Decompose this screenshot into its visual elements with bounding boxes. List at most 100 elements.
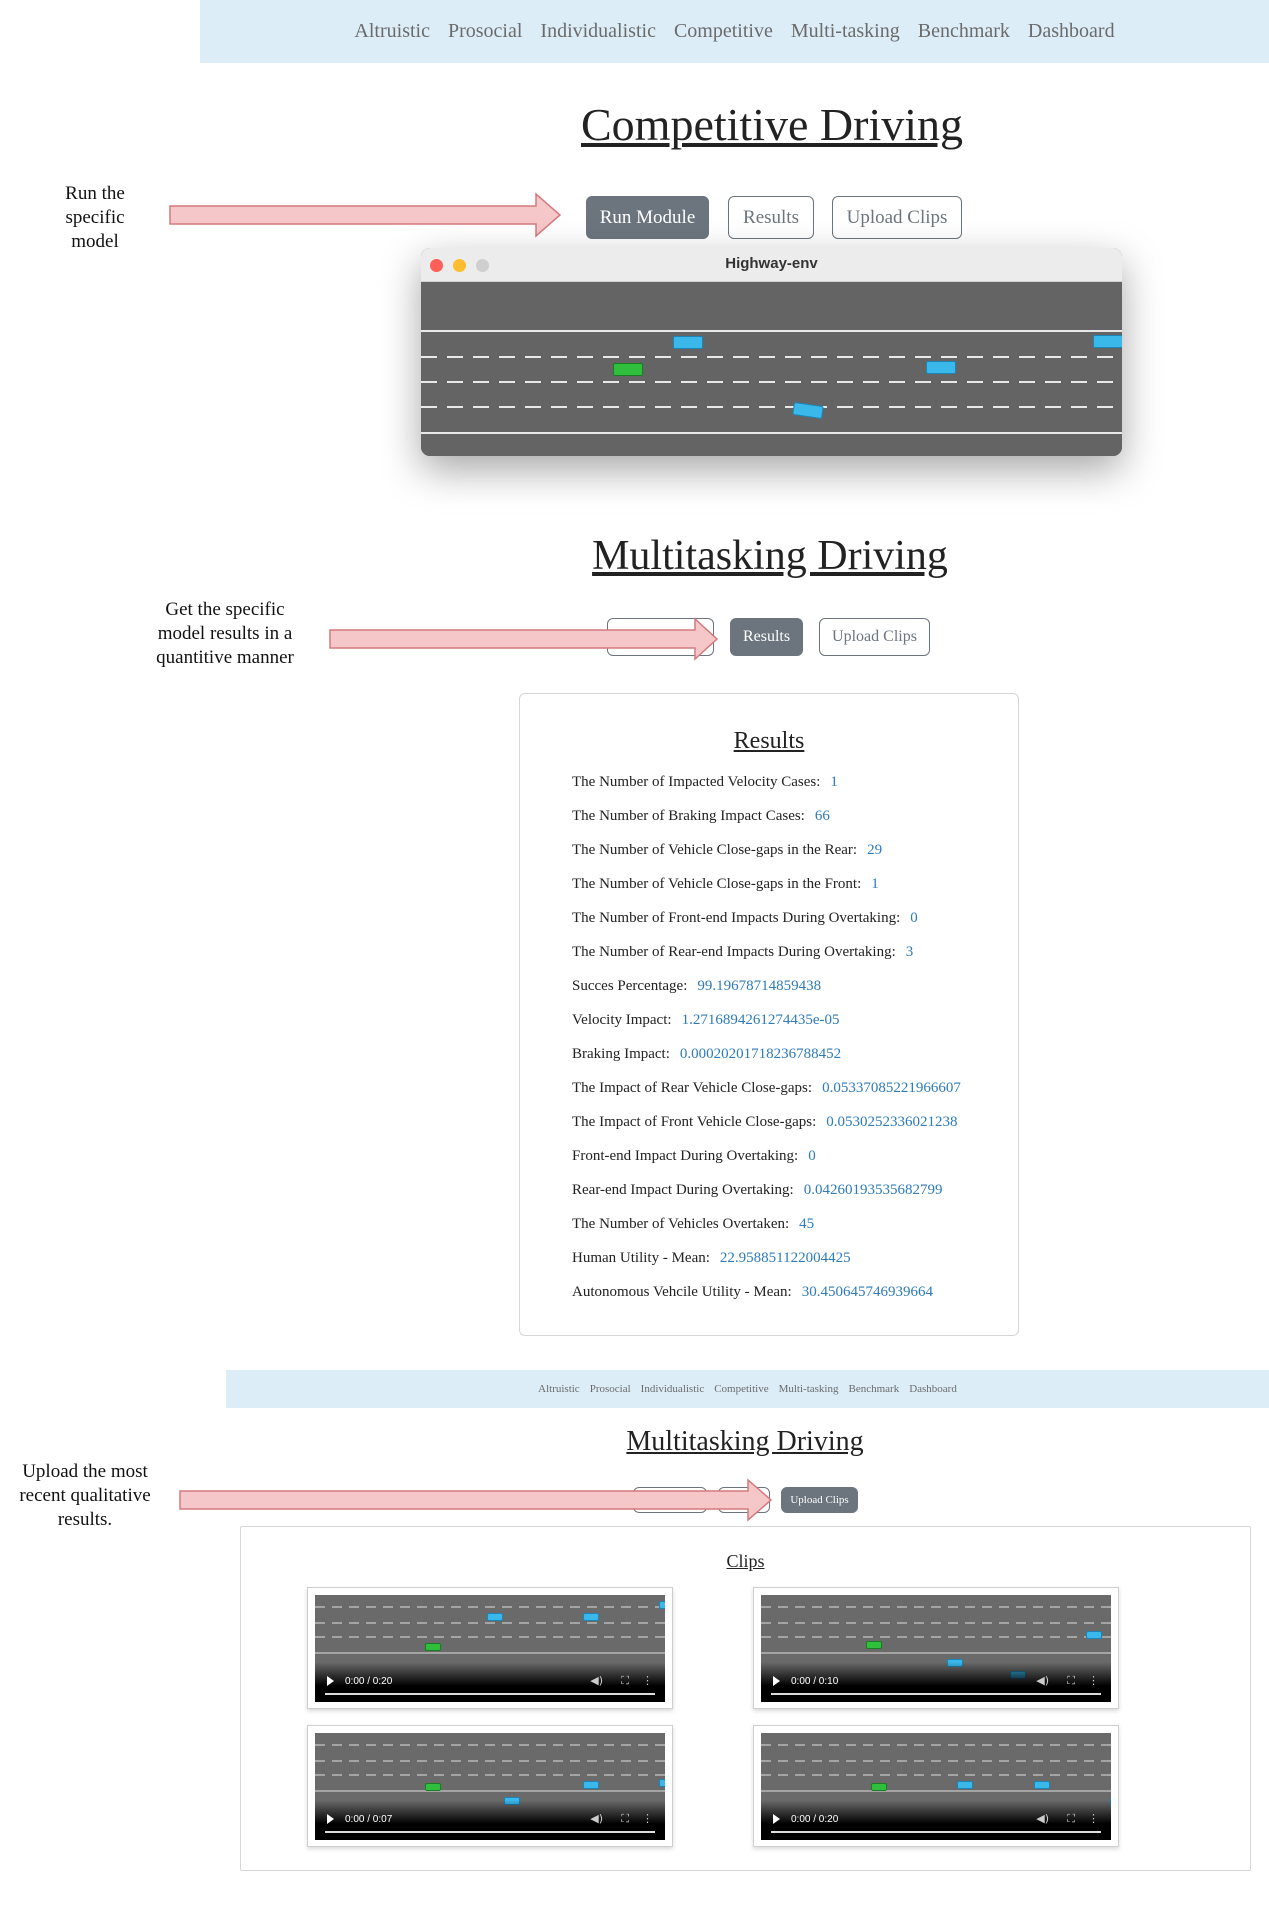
video-time: 0:00 / 0:10: [791, 1676, 839, 1687]
volume-icon[interactable]: ◀): [1036, 1812, 1049, 1825]
video-clip[interactable]: 0:00 / 0:07 ◀) ⛶ ⋮: [307, 1725, 673, 1847]
video-controls: 0:00 / 0:10 ◀) ⛶ ⋮: [761, 1662, 1111, 1702]
nav-link-multitasking[interactable]: Multi-tasking: [791, 20, 900, 43]
page-title-competitive: Competitive Driving: [580, 99, 963, 150]
result-label: The Number of Front-end Impacts During O…: [572, 910, 901, 926]
nav-link-dashboard[interactable]: Dashboard: [1028, 20, 1115, 43]
video-time: 0:00 / 0:20: [345, 1676, 393, 1687]
vehicle: [926, 361, 956, 374]
nav-link-multitasking[interactable]: Multi-tasking: [779, 1383, 839, 1395]
vehicle: [659, 1601, 665, 1609]
video-player[interactable]: 0:00 / 0:20 ◀) ⛶ ⋮: [761, 1733, 1111, 1840]
result-row: The Number of Vehicle Close-gaps in the …: [572, 842, 882, 859]
volume-icon[interactable]: ◀): [590, 1674, 603, 1687]
upload-clips-button[interactable]: Upload Clips: [832, 196, 962, 239]
nav-link-prosocial[interactable]: Prosocial: [448, 20, 522, 43]
result-value: 1: [830, 774, 838, 790]
result-label: The Number of Impacted Velocity Cases:: [572, 774, 821, 790]
video-clip[interactable]: 0:00 / 0:10 ◀) ⛶ ⋮: [753, 1587, 1119, 1709]
video-controls: 0:00 / 0:20 ◀) ⛶ ⋮: [315, 1662, 665, 1702]
video-clip[interactable]: 0:00 / 0:20 ◀) ⛶ ⋮: [753, 1725, 1119, 1847]
results-button[interactable]: Results: [730, 618, 803, 656]
video-progress-bar[interactable]: [325, 1831, 655, 1833]
result-row: Velocity Impact: 1.2716894261274435e-05: [572, 1012, 839, 1029]
result-row: Rear-end Impact During Overtaking: 0.0426…: [572, 1182, 942, 1199]
result-value: 0.00020201718236788452: [679, 1046, 842, 1062]
play-icon[interactable]: [773, 1814, 780, 1824]
vehicle: [582, 1613, 599, 1621]
nav-link-individualistic[interactable]: Individualistic: [540, 20, 656, 43]
play-icon[interactable]: [773, 1676, 780, 1686]
result-row: Front-end Impact During Overtaking: 0: [572, 1148, 816, 1165]
more-options-icon[interactable]: ⋮: [1088, 1812, 1099, 1825]
nav-link-individualistic[interactable]: Individualistic: [641, 1383, 705, 1395]
result-row: The Number of Vehicle Close-gaps in the …: [572, 876, 879, 893]
result-label: The Number of Vehicle Close-gaps in the …: [572, 842, 858, 858]
nav-link-dashboard[interactable]: Dashboard: [909, 1383, 957, 1395]
annotation-arrow-run: [169, 192, 562, 238]
results-card: Results The Number of Impacted Velocity …: [519, 693, 1019, 1336]
page-title-multitasking-clips: Multitasking Driving: [626, 1426, 864, 1457]
video-progress-bar[interactable]: [771, 1831, 1101, 1833]
nav-link-benchmark[interactable]: Benchmark: [918, 20, 1010, 43]
more-options-icon[interactable]: ⋮: [642, 1674, 653, 1687]
result-row: Braking Impact: 0.00020201718236788452: [572, 1046, 841, 1063]
video-player[interactable]: 0:00 / 0:20 ◀) ⛶ ⋮: [315, 1595, 665, 1702]
result-value: 99.19678714859438: [697, 978, 822, 994]
run-module-button[interactable]: Run Module: [586, 196, 709, 239]
nav-link-competitive[interactable]: Competitive: [674, 20, 773, 43]
clips-card: Clips 0:00 / 0:20 ◀) ⛶ ⋮ 0:00 / 0:10 ◀) ⛶ ⋮ 0:00…: [240, 1526, 1251, 1871]
result-row: The Number of Front-end Impacts During O…: [572, 910, 918, 927]
play-icon[interactable]: [327, 1676, 334, 1686]
result-label: The Number of Braking Impact Cases:: [572, 808, 805, 824]
fullscreen-icon[interactable]: ⛶: [621, 1674, 629, 1688]
nav-link-prosocial[interactable]: Prosocial: [590, 1383, 631, 1395]
result-row: The Number of Braking Impact Cases: 66: [572, 808, 830, 825]
result-value: 1: [871, 876, 879, 892]
result-value: 66: [814, 808, 830, 824]
more-options-icon[interactable]: ⋮: [642, 1812, 653, 1825]
upload-clips-button[interactable]: Upload Clips: [819, 618, 930, 656]
more-options-icon[interactable]: ⋮: [1088, 1674, 1099, 1687]
fullscreen-icon[interactable]: ⛶: [621, 1812, 629, 1826]
results-title: Results: [733, 728, 805, 754]
video-clip[interactable]: 0:00 / 0:20 ◀) ⛶ ⋮: [307, 1587, 673, 1709]
window-title: Highway-env: [725, 255, 818, 272]
nav-link-altruistic[interactable]: Altruistic: [354, 20, 430, 43]
volume-icon[interactable]: ◀): [1036, 1674, 1049, 1687]
nav-link-benchmark[interactable]: Benchmark: [848, 1383, 899, 1395]
result-row: Succes Percentage: 99.19678714859438: [572, 978, 821, 995]
play-icon[interactable]: [327, 1814, 334, 1824]
result-value: 30.450645746939664: [801, 1284, 933, 1300]
result-label: Human Utility - Mean:: [572, 1250, 710, 1266]
video-player[interactable]: 0:00 / 0:07 ◀) ⛶ ⋮: [315, 1733, 665, 1840]
results-button[interactable]: Results: [728, 196, 814, 239]
vehicle: [1033, 1781, 1050, 1789]
upload-clips-button[interactable]: Upload Clips: [781, 1487, 858, 1513]
video-controls: 0:00 / 0:07 ◀) ⛶ ⋮: [315, 1800, 665, 1840]
ego-vehicle: [870, 1783, 887, 1791]
vehicle: [582, 1781, 599, 1789]
result-label: The Number of Vehicle Close-gaps in the …: [572, 876, 862, 892]
video-player[interactable]: 0:00 / 0:10 ◀) ⛶ ⋮: [761, 1595, 1111, 1702]
result-label: Braking Impact:: [572, 1046, 670, 1062]
vehicle: [659, 1779, 665, 1787]
ego-vehicle: [613, 363, 643, 376]
result-label: Autonomous Vehcile Utility - Mean:: [572, 1284, 792, 1300]
result-label: The Number of Vehicles Overtaken:: [572, 1216, 790, 1232]
result-row: The Number of Impacted Velocity Cases: 1: [572, 774, 838, 791]
vehicle: [957, 1781, 974, 1789]
result-label: Velocity Impact:: [572, 1012, 672, 1028]
result-label: Front-end Impact During Overtaking:: [572, 1148, 799, 1164]
video-progress-bar[interactable]: [325, 1693, 655, 1695]
result-value: 0.0530252336021238: [826, 1114, 958, 1130]
result-label: The Impact of Rear Vehicle Close-gaps:: [572, 1080, 813, 1096]
nav-link-competitive[interactable]: Competitive: [714, 1383, 768, 1395]
window-titlebar[interactable]: Highway-env: [421, 248, 1122, 282]
result-value: 1.2716894261274435e-05: [681, 1012, 840, 1028]
video-progress-bar[interactable]: [771, 1693, 1101, 1695]
volume-icon[interactable]: ◀): [590, 1812, 603, 1825]
fullscreen-icon[interactable]: ⛶: [1067, 1674, 1075, 1688]
fullscreen-icon[interactable]: ⛶: [1067, 1812, 1075, 1826]
nav-link-altruistic[interactable]: Altruistic: [538, 1383, 580, 1395]
